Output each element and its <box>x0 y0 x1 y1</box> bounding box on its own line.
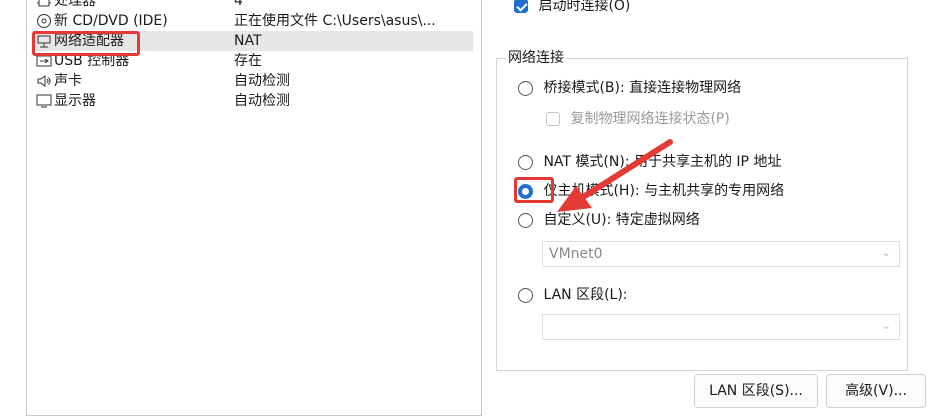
device-summary: 自动检测 <box>234 73 290 89</box>
annotation-highlight-network-adapter <box>32 31 140 56</box>
speaker-icon <box>36 73 52 89</box>
device-summary: 自动检测 <box>234 93 290 109</box>
network-connection-legend: 网络连接 <box>506 48 566 68</box>
device-name: 新 CD/DVD (IDE) <box>54 13 168 29</box>
chevron-down-icon: ⌄ <box>881 319 891 332</box>
nat-mode-label: NAT 模式(N): 用于共享主机的 IP 地址 <box>543 154 782 170</box>
lan-segment-radio[interactable]: LAN 区段(L): <box>518 285 628 305</box>
connect-at-power-on-label: 启动时连接(O) <box>538 0 631 14</box>
cpu-icon <box>36 0 52 9</box>
device-name: 处理器 <box>54 0 96 9</box>
device-summary: 4 <box>234 0 243 9</box>
network-adapter-settings: 启动时连接(O) 网络连接 桥接模式(B): 直接连接物理网络 复制物理网络连接… <box>496 0 934 408</box>
lan-segment-label: LAN 区段(L): <box>543 287 628 303</box>
disc-icon <box>36 13 52 29</box>
radio-button[interactable] <box>518 287 533 303</box>
lan-segments-button[interactable]: LAN 区段(S)... <box>694 374 818 408</box>
host-only-mode-radio[interactable]: 仅主机模式(H): 与主机共享的专用网络 <box>518 181 784 201</box>
device-name: 声卡 <box>54 73 82 89</box>
replicate-state-label: 复制物理网络连接状态(P) <box>570 111 730 127</box>
device-summary: 正在使用文件 C:\Users\asus\... <box>234 13 436 29</box>
device-summary: NAT <box>234 33 262 49</box>
device-summary: 存在 <box>234 53 262 69</box>
device-row-cd-dvd[interactable]: 新 CD/DVD (IDE) 正在使用文件 C:\Users\asus\... <box>33 11 473 31</box>
checkbox-checked[interactable] <box>514 0 528 13</box>
bridged-mode-label: 桥接模式(B): 直接连接物理网络 <box>543 80 742 96</box>
device-list: 处理器 4 新 CD/DVD (IDE) 正在使用文件 C:\Users\asu… <box>26 0 482 416</box>
radio-button[interactable] <box>518 154 533 170</box>
checkbox-disabled <box>546 112 560 126</box>
replicate-state-checkbox: 复制物理网络连接状态(P) <box>546 109 730 129</box>
device-row-processor[interactable]: 处理器 4 <box>33 0 473 11</box>
host-only-mode-label: 仅主机模式(H): 与主机共享的专用网络 <box>543 183 785 199</box>
custom-mode-radio[interactable]: 自定义(U): 特定虚拟网络 <box>518 210 700 230</box>
custom-mode-label: 自定义(U): 特定虚拟网络 <box>543 212 700 228</box>
chevron-down-icon: ⌄ <box>881 246 891 259</box>
custom-network-value: VMnet0 <box>549 246 603 262</box>
custom-network-select[interactable]: VMnet0 ⌄ <box>542 241 900 267</box>
nat-mode-radio[interactable]: NAT 模式(N): 用于共享主机的 IP 地址 <box>518 152 781 172</box>
connect-at-power-on-checkbox[interactable]: 启动时连接(O) <box>514 0 630 16</box>
lan-segment-select[interactable]: ⌄ <box>542 314 900 340</box>
device-name: 显示器 <box>54 93 96 109</box>
device-row-sound-card[interactable]: 声卡 自动检测 <box>33 71 473 91</box>
radio-button[interactable] <box>518 80 533 96</box>
monitor-icon <box>36 93 52 109</box>
annotation-highlight-host-only-radio <box>514 177 554 203</box>
bridged-mode-radio[interactable]: 桥接模式(B): 直接连接物理网络 <box>518 78 741 98</box>
radio-button[interactable] <box>518 212 533 228</box>
device-row-display[interactable]: 显示器 自动检测 <box>33 91 473 111</box>
advanced-button[interactable]: 高级(V)... <box>826 374 926 408</box>
